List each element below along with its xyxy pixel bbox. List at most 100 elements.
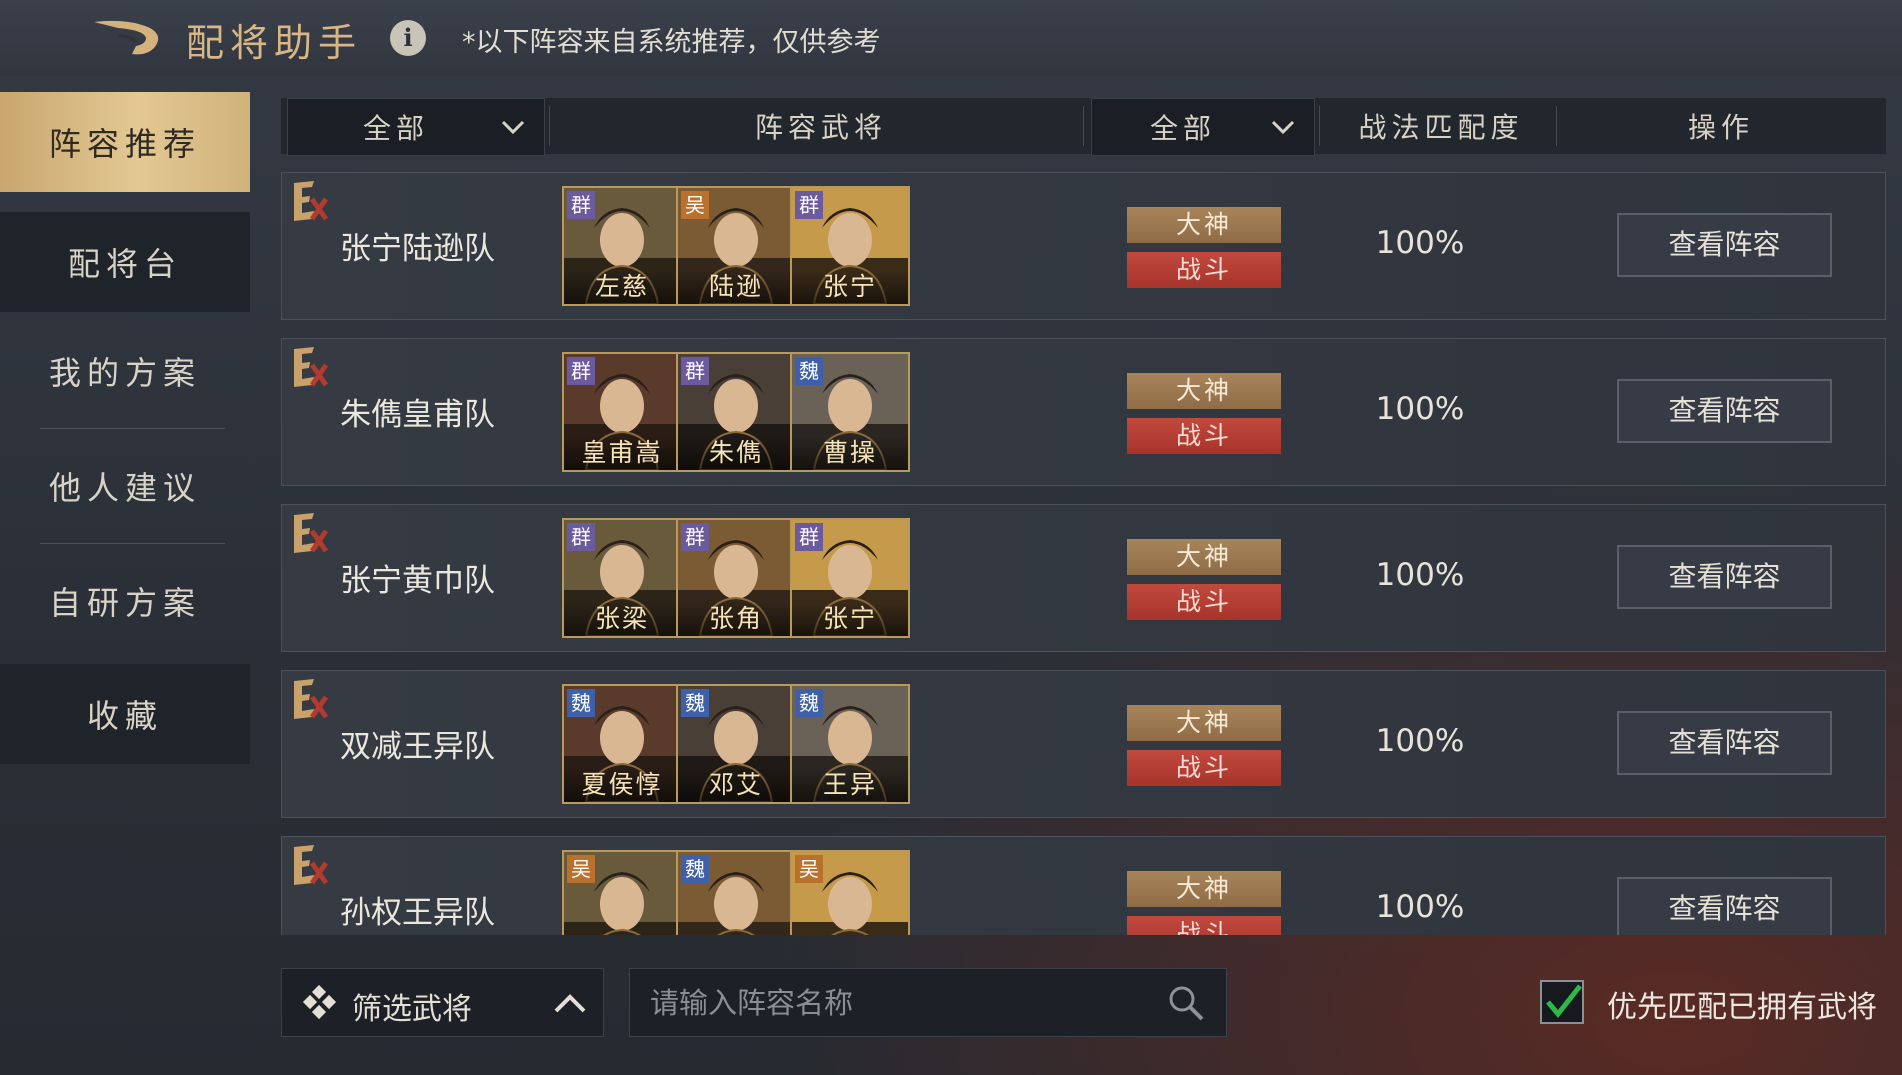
general-name: 王异	[792, 768, 908, 802]
sidebar-item-label: 阵容推荐	[48, 125, 201, 163]
sidebar-item-favorites[interactable]: 收藏	[0, 664, 250, 764]
general-name: 张角	[678, 602, 794, 636]
general-name: 张梁	[564, 602, 680, 636]
match-rate: 100%	[1375, 391, 1465, 427]
faction-filter-dropdown[interactable]: 全部	[287, 98, 545, 156]
general-avatar[interactable]: 吴陆逊	[676, 186, 796, 306]
general-avatar[interactable]: 群张宁	[790, 186, 910, 306]
general-name	[678, 934, 794, 935]
view-lineup-button[interactable]: 查看阵容	[1617, 379, 1832, 443]
divider	[1319, 106, 1320, 146]
general-avatar[interactable]: 群朱儁	[676, 352, 796, 472]
page-title: 配将助手	[186, 21, 363, 65]
prefer-owned-checkbox[interactable]	[1540, 980, 1584, 1024]
faction-badge: 吴	[795, 855, 823, 883]
tag-master-badge: 大神	[1127, 539, 1281, 575]
faction-badge: 群	[681, 357, 709, 385]
faction-badge: 魏	[795, 357, 823, 385]
table-header: 全部 阵容武将 全部 战法匹配度 操作	[281, 98, 1886, 156]
faction-badge: 群	[567, 357, 595, 385]
team-name: 朱儁皇甫队	[340, 397, 495, 433]
tag-master-badge: 大神	[1127, 871, 1281, 907]
tag-battle-badge: 战斗	[1127, 750, 1281, 786]
general-name: 夏侯惇	[564, 768, 680, 802]
search-icon[interactable]	[1166, 983, 1206, 1023]
tag-master-badge: 大神	[1127, 373, 1281, 409]
sidebar-item-others-suggestions[interactable]: 他人建议	[0, 436, 250, 536]
sidebar-item-label: 配将台	[67, 245, 182, 283]
ex-badge-icon	[294, 347, 329, 387]
faction-badge: 魏	[795, 689, 823, 717]
general-avatar[interactable]: 群张宁	[790, 518, 910, 638]
match-rate: 100%	[1375, 225, 1465, 261]
divider	[1083, 106, 1084, 146]
divider	[549, 106, 550, 146]
view-lineup-button[interactable]: 查看阵容	[1617, 213, 1832, 277]
faction-badge: 群	[795, 523, 823, 551]
column-header-label: 阵容武将	[754, 111, 887, 144]
divider	[40, 428, 225, 429]
view-lineup-button[interactable]: 查看阵容	[1617, 545, 1832, 609]
table-row: 朱儁皇甫队群皇甫嵩群朱儁魏曹操 大神 战斗 100% 查看阵容	[281, 338, 1886, 486]
match-rate: 100%	[1375, 557, 1465, 593]
general-avatar[interactable]: 群张角	[676, 518, 796, 638]
general-avatar[interactable]: 吴	[562, 850, 682, 935]
tag-master-badge: 大神	[1127, 207, 1281, 243]
general-avatar[interactable]: 吴	[790, 850, 910, 935]
dropdown-label: 全部	[362, 112, 429, 145]
info-icon[interactable]: i	[390, 20, 426, 56]
faction-badge: 群	[681, 523, 709, 551]
table-row: 张宁陆逊队群左慈吴陆逊群张宁 大神 战斗 100% 查看阵容	[281, 172, 1886, 320]
general-avatar[interactable]: 魏王异	[790, 684, 910, 804]
column-header-label: 战法匹配度	[1358, 111, 1524, 144]
sidebar-item-general-setup[interactable]: 配将台	[0, 212, 250, 312]
tag-master-badge: 大神	[1127, 705, 1281, 741]
tag-filter-dropdown[interactable]: 全部	[1091, 98, 1315, 156]
sidebar-item-label: 自研方案	[48, 584, 201, 622]
filter-generals-label: 筛选武将	[352, 992, 472, 1027]
general-avatar[interactable]: 魏邓艾	[676, 684, 796, 804]
sidebar-item-label: 他人建议	[48, 469, 201, 507]
filter-diamond-icon	[302, 985, 337, 1020]
team-name: 双减王异队	[340, 729, 495, 765]
table-row: 孙权王异队 吴 魏 吴大神 战斗 100% 查看阵容	[281, 836, 1886, 935]
chevron-up-icon	[554, 994, 586, 1013]
general-name: 皇甫嵩	[564, 436, 680, 470]
general-avatar[interactable]: 魏	[676, 850, 796, 935]
general-avatar[interactable]: 魏曹操	[790, 352, 910, 472]
sidebar-item-my-plans[interactable]: 我的方案	[0, 321, 250, 421]
general-name	[792, 934, 908, 935]
team-name: 孙权王异队	[340, 895, 495, 931]
lineup-search-input[interactable]	[648, 979, 1152, 1027]
sidebar-item-self-research[interactable]: 自研方案	[0, 551, 250, 651]
general-name: 张宁	[792, 270, 908, 304]
general-avatar[interactable]: 魏夏侯惇	[562, 684, 682, 804]
general-name: 张宁	[792, 602, 908, 636]
match-rate: 100%	[1375, 723, 1465, 759]
divider	[1556, 106, 1557, 146]
faction-badge: 群	[795, 191, 823, 219]
sidebar-item-lineup-recommend[interactable]: 阵容推荐	[0, 92, 250, 192]
general-avatar[interactable]: 群左慈	[562, 186, 682, 306]
general-avatar[interactable]: 群皇甫嵩	[562, 352, 682, 472]
filter-generals-button[interactable]: 筛选武将	[281, 968, 604, 1037]
table-row: 双减王异队 魏夏侯惇魏邓艾魏王异 大神战斗 100% 查看阵容	[281, 670, 1886, 818]
match-rate: 100%	[1375, 889, 1465, 925]
faction-badge: 魏	[681, 855, 709, 883]
view-lineup-button[interactable]: 查看阵容	[1617, 877, 1832, 935]
team-name: 张宁黄巾队	[340, 563, 495, 599]
lineup-list[interactable]: 张宁陆逊队群左慈吴陆逊群张宁 大神 战斗 100% 查看阵容 朱儁皇甫队群皇甫嵩群朱儁魏曹…	[281, 172, 1886, 935]
faction-badge: 吴	[681, 191, 709, 219]
faction-badge: 群	[567, 191, 595, 219]
view-lineup-button[interactable]: 查看阵容	[1617, 711, 1832, 775]
prefer-owned-label: 优先匹配已拥有武将	[1607, 990, 1877, 1025]
tag-battle-badge: 战斗	[1127, 584, 1281, 620]
general-avatar[interactable]: 群张梁	[562, 518, 682, 638]
ex-badge-icon	[294, 679, 329, 719]
ex-badge-icon	[294, 181, 329, 221]
faction-badge: 吴	[567, 855, 595, 883]
general-name: 左慈	[564, 270, 680, 304]
back-arrow-icon[interactable]	[88, 14, 168, 62]
team-name: 张宁陆逊队	[340, 231, 495, 267]
tag-battle-badge: 战斗	[1127, 252, 1281, 288]
